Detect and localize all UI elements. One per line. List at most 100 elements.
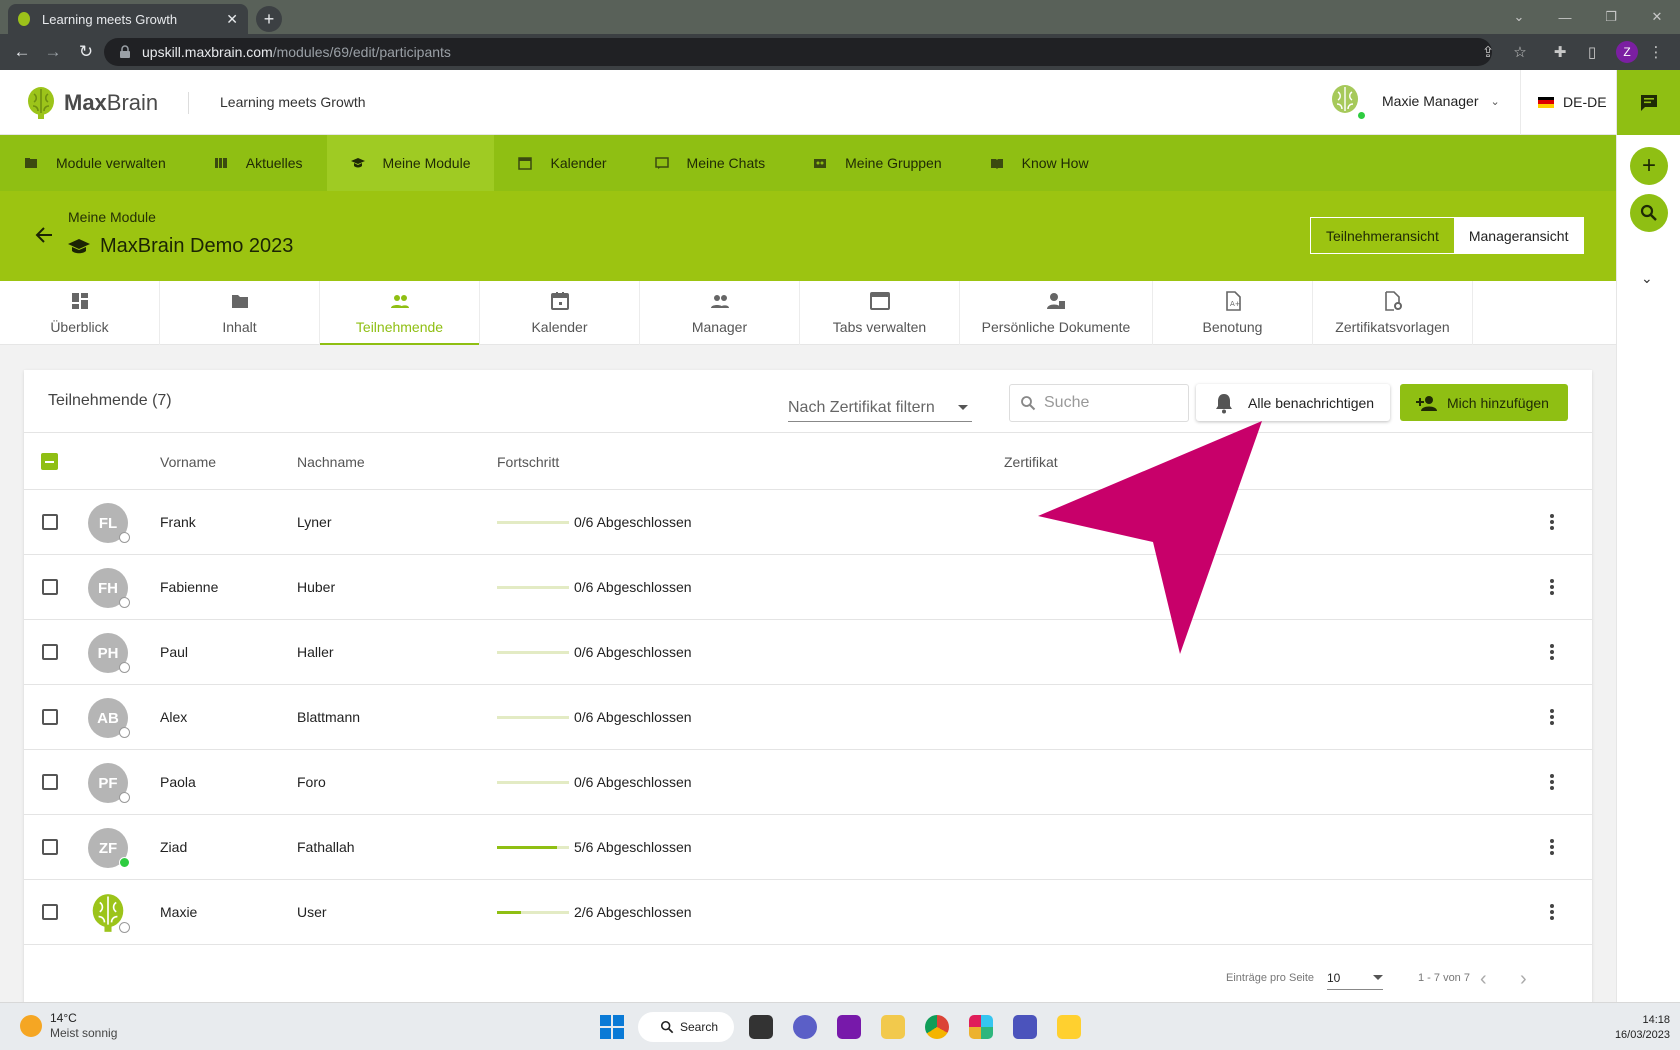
browser-menu-icon[interactable]: ⋮ xyxy=(1646,42,1666,62)
tab-search-icon[interactable]: ⌄ xyxy=(1496,0,1542,34)
taskbar-search[interactable]: Search xyxy=(638,1012,734,1042)
manager-view-button[interactable]: Manageransicht xyxy=(1453,218,1584,253)
tab-tabs-verwalten[interactable]: Tabs verwalten xyxy=(800,281,960,345)
browser-tab[interactable]: Learning meets Growth ✕ xyxy=(8,4,248,34)
participants-card: Teilnehmende (7) Nach Zertifikat filtern… xyxy=(24,370,1592,1010)
row-menu-icon[interactable] xyxy=(1542,577,1562,597)
forward-icon[interactable]: → xyxy=(43,42,63,62)
row-checkbox[interactable] xyxy=(42,839,58,855)
row-menu-icon[interactable] xyxy=(1542,512,1562,532)
row-checkbox[interactable] xyxy=(42,709,58,725)
table-row[interactable]: FL Frank Lyner 0/6 Abgeschlossen xyxy=(24,490,1592,555)
nav-meine-chats[interactable]: Meine Chats xyxy=(631,135,790,191)
extensions-icon[interactable]: ✚ xyxy=(1550,42,1570,62)
participant-view-button[interactable]: Teilnehmeransicht xyxy=(1311,218,1454,253)
select-all-checkbox[interactable] xyxy=(41,453,58,470)
tab-zertifikatsvorlagen[interactable]: Zertifikatsvorlagen xyxy=(1313,281,1473,345)
close-tab-icon[interactable]: ✕ xyxy=(226,11,238,28)
back-icon[interactable]: ← xyxy=(12,42,32,62)
close-window-button[interactable]: ✕ xyxy=(1634,0,1680,34)
nav-know-how[interactable]: Know How xyxy=(966,135,1113,191)
certificate-filter-select[interactable]: Nach Zertifikat filtern xyxy=(788,394,972,422)
dropdown-caret-icon xyxy=(1373,975,1383,980)
teams-icon[interactable] xyxy=(1013,1015,1037,1039)
lastname-cell: User xyxy=(297,904,327,920)
nav-kalender[interactable]: Kalender xyxy=(494,135,630,191)
row-menu-icon[interactable] xyxy=(1542,902,1562,922)
table-row[interactable]: PH Paul Haller 0/6 Abgeschlossen xyxy=(24,620,1592,685)
tab-inhalt[interactable]: Inhalt xyxy=(160,281,320,345)
reload-icon[interactable]: ↻ xyxy=(76,42,96,62)
miro-icon[interactable] xyxy=(1057,1015,1081,1039)
search-button[interactable] xyxy=(1630,194,1668,232)
bookmark-star-icon[interactable]: ☆ xyxy=(1510,42,1530,62)
slack-icon[interactable] xyxy=(969,1015,993,1039)
row-menu-icon[interactable] xyxy=(1542,772,1562,792)
chrome-icon[interactable] xyxy=(925,1015,949,1039)
address-bar: ← → ↻ upskill.maxbrain.com/modules/69/ed… xyxy=(0,34,1680,70)
side-panel-icon[interactable]: ▯ xyxy=(1582,42,1602,62)
previous-page-icon[interactable]: ‹ xyxy=(1480,968,1487,991)
next-page-icon[interactable]: › xyxy=(1520,968,1527,991)
table-row[interactable]: PF Paola Foro 0/6 Abgeschlossen xyxy=(24,750,1592,815)
tab-teilnehmende[interactable]: Teilnehmende xyxy=(320,281,480,345)
tab-persoenliche-dokumente[interactable]: Persönliche Dokumente xyxy=(960,281,1153,345)
add-me-button[interactable]: Mich hinzufügen xyxy=(1400,384,1568,421)
profile-avatar[interactable]: Z xyxy=(1616,41,1638,63)
task-view-icon[interactable] xyxy=(749,1015,773,1039)
row-checkbox[interactable] xyxy=(42,644,58,660)
row-menu-icon[interactable] xyxy=(1542,707,1562,727)
teams-chat-icon[interactable] xyxy=(793,1015,817,1039)
table-row[interactable]: Maxie User 2/6 Abgeschlossen xyxy=(24,880,1592,945)
row-checkbox[interactable] xyxy=(42,514,58,530)
column-header-lastname[interactable]: Nachname xyxy=(297,454,365,470)
breadcrumb[interactable]: Meine Module xyxy=(68,209,156,225)
nav-module-verwalten[interactable]: Module verwalten xyxy=(0,135,190,191)
weather-widget[interactable]: 14°C Meist sonnig xyxy=(20,1011,117,1041)
notify-all-button[interactable]: Alle benachrichtigen xyxy=(1196,384,1390,421)
tab-manager[interactable]: Manager xyxy=(640,281,800,345)
taskbar-search-label: Search xyxy=(680,1020,719,1034)
chat-panel-button[interactable] xyxy=(1617,70,1680,135)
onenote-icon[interactable] xyxy=(837,1015,861,1039)
tab-label: Tabs verwalten xyxy=(832,319,927,335)
clock-time: 14:18 xyxy=(1642,1014,1670,1026)
nav-meine-gruppen[interactable]: Meine Gruppen xyxy=(789,135,966,191)
chevron-down-icon[interactable]: ⌄ xyxy=(1641,270,1653,287)
per-page-label: Einträge pro Seite xyxy=(1226,972,1315,984)
row-menu-icon[interactable] xyxy=(1542,642,1562,662)
row-checkbox[interactable] xyxy=(42,904,58,920)
tab-kalender[interactable]: Kalender xyxy=(480,281,640,345)
row-checkbox[interactable] xyxy=(42,774,58,790)
column-header-progress[interactable]: Fortschritt xyxy=(497,454,559,470)
table-row[interactable]: FH Fabienne Huber 0/6 Abgeschlossen xyxy=(24,555,1592,620)
row-menu-icon[interactable] xyxy=(1542,837,1562,857)
table-row[interactable]: ZF Ziad Fathallah 5/6 Abgeschlossen xyxy=(24,815,1592,880)
dashboard-icon xyxy=(71,293,88,309)
nav-meine-module[interactable]: Meine Module xyxy=(326,135,495,191)
search-input[interactable]: Suche xyxy=(1009,384,1189,422)
language-selector[interactable]: DE-DE xyxy=(1538,94,1607,110)
back-arrow-icon[interactable] xyxy=(34,225,54,245)
per-page-select[interactable]: 10 xyxy=(1327,966,1383,990)
avatar-initials: AB xyxy=(97,709,119,727)
minimize-button[interactable]: — xyxy=(1542,0,1588,34)
row-checkbox[interactable] xyxy=(42,579,58,595)
share-icon[interactable]: ⇪ xyxy=(1478,42,1498,62)
tab-ueberblick[interactable]: Überblick xyxy=(0,281,160,345)
user-menu[interactable]: Maxie Manager ⌄ xyxy=(1328,84,1500,120)
system-clock[interactable]: 14:18 16/03/2023 xyxy=(1600,1013,1670,1043)
column-header-firstname[interactable]: Vorname xyxy=(160,454,216,470)
add-button[interactable]: + xyxy=(1630,147,1668,185)
nav-aktuelles[interactable]: Aktuelles xyxy=(190,135,327,191)
windows-start-icon[interactable] xyxy=(600,1015,624,1039)
maxbrain-logo[interactable]: MaxBrain xyxy=(26,86,158,120)
url-field[interactable]: upskill.maxbrain.com/modules/69/edit/par… xyxy=(104,38,1492,66)
file-explorer-icon[interactable] xyxy=(881,1015,905,1039)
tab-benotung[interactable]: A+ Benotung xyxy=(1153,281,1313,345)
logo-light: Brain xyxy=(106,90,159,115)
table-row[interactable]: AB Alex Blattmann 0/6 Abgeschlossen xyxy=(24,685,1592,750)
new-tab-button[interactable]: + xyxy=(256,6,282,32)
restore-button[interactable]: ❐ xyxy=(1588,0,1634,34)
weather-sun-icon xyxy=(20,1015,42,1037)
